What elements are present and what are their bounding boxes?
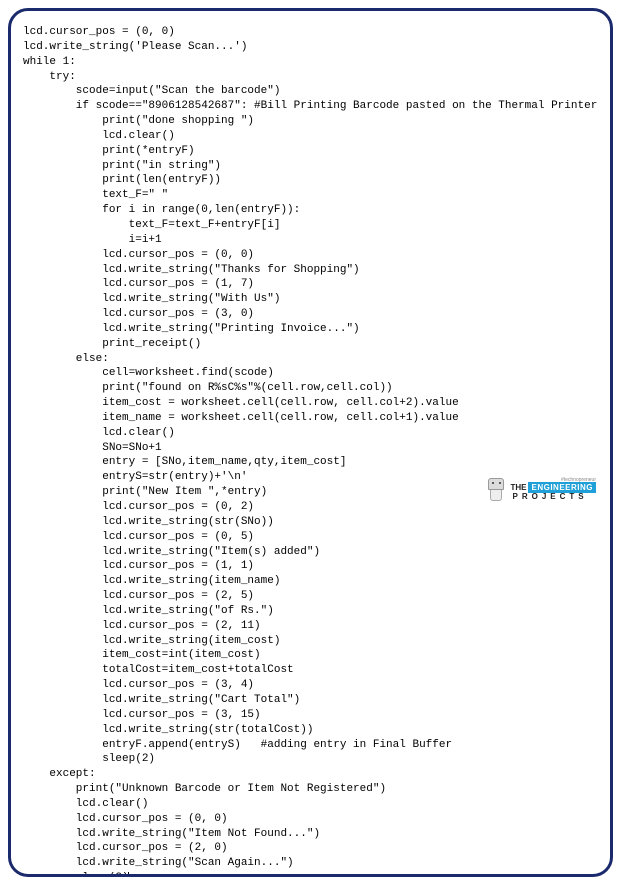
watermark-text: #technopreneur THEENGINEERING PROJECTS <box>510 478 596 501</box>
watermark-the: THE <box>510 483 528 492</box>
watermark-engineering: ENGINEERING <box>528 482 596 493</box>
robot-icon <box>486 473 506 505</box>
watermark-badge: #technopreneur THEENGINEERING PROJECTS <box>486 471 596 507</box>
text-cursor <box>128 872 129 877</box>
code-block: lcd.cursor_pos = (0, 0) lcd.write_string… <box>23 25 598 877</box>
watermark-projects: PROJECTS <box>510 493 596 501</box>
code-frame: lcd.cursor_pos = (0, 0) lcd.write_string… <box>8 8 613 877</box>
